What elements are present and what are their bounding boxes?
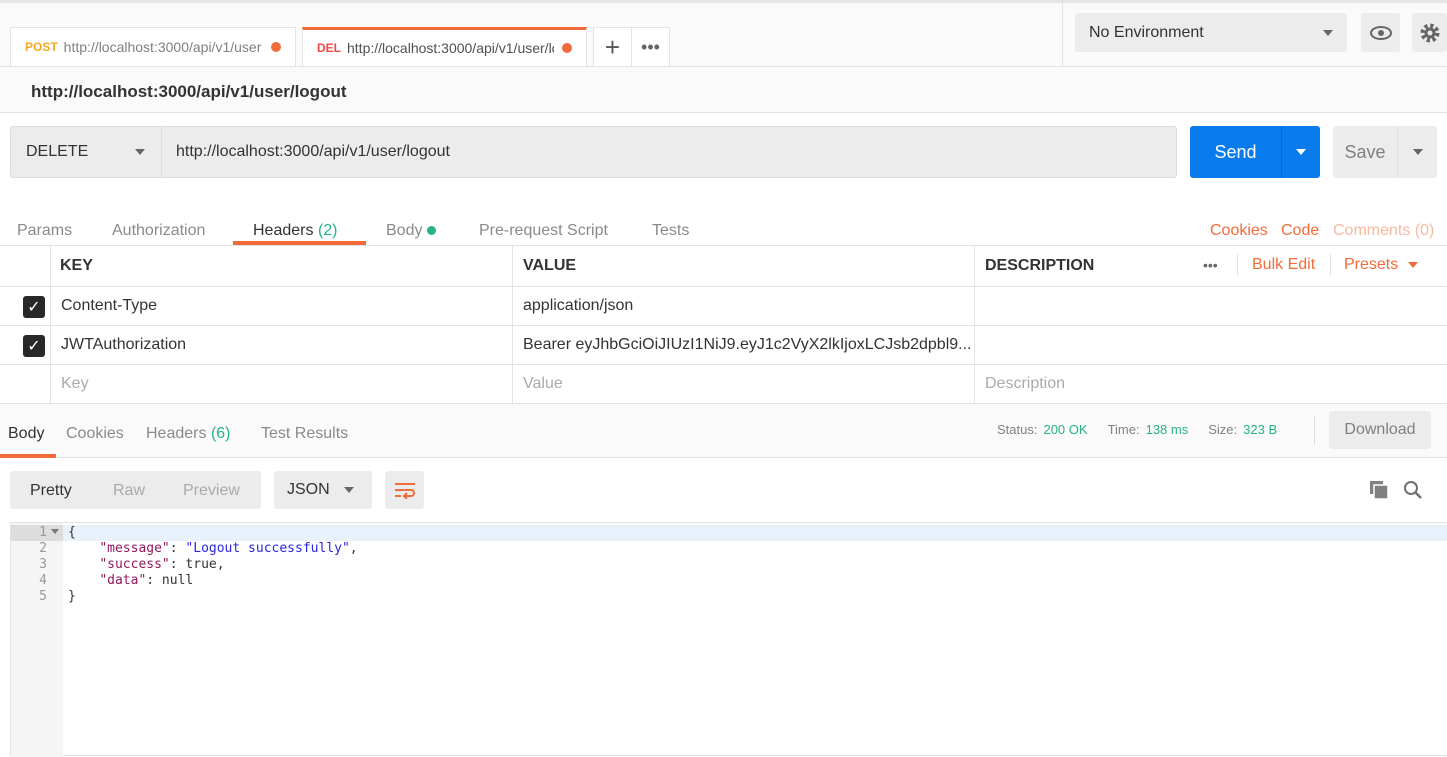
- new-tab-plus-icon[interactable]: +: [593, 27, 632, 66]
- headers-count: (2): [317, 222, 338, 239]
- line-number: 1: [39, 525, 47, 540]
- environment-select[interactable]: No Environment: [1075, 13, 1347, 52]
- header-value-cell[interactable]: application/json: [513, 287, 975, 325]
- row-enabled-checkbox[interactable]: ✓: [23, 335, 45, 357]
- headers-count: (6): [210, 425, 231, 442]
- header-key-cell[interactable]: Content-Type: [51, 287, 513, 325]
- response-body-editor[interactable]: 12345 { "message": "Logout successfully"…: [10, 522, 1447, 757]
- chevron-down-icon: [1408, 262, 1419, 268]
- line-numbers: 12345: [11, 525, 47, 605]
- header-key-cell[interactable]: JWTAuthorization: [51, 326, 513, 364]
- new-key-input[interactable]: Key: [51, 365, 513, 403]
- eye-icon: [1369, 25, 1392, 40]
- unsaved-dot-icon: [271, 42, 281, 52]
- gear-icon: [1420, 23, 1439, 42]
- more-options-icon[interactable]: •••: [1203, 257, 1218, 273]
- search-icon[interactable]: [1403, 480, 1423, 505]
- download-button[interactable]: Download: [1329, 411, 1431, 449]
- wrap-lines-button[interactable]: [385, 471, 424, 509]
- view-preview[interactable]: Preview: [183, 482, 240, 500]
- settings-button[interactable]: [1412, 13, 1447, 52]
- new-value-input[interactable]: Value: [513, 365, 975, 403]
- cookies-link[interactable]: Cookies: [1210, 222, 1268, 240]
- size-value[interactable]: 323 B: [1243, 422, 1277, 437]
- status-value[interactable]: 200 OK: [1043, 422, 1087, 437]
- column-header-value: VALUE: [513, 246, 975, 286]
- line-number: 2: [39, 541, 47, 556]
- json-body: { "message": "Logout successfully", "suc…: [68, 525, 358, 604]
- active-tab-indicator: [0, 454, 56, 458]
- response-tab-body[interactable]: Body: [8, 425, 44, 443]
- request-tab-delete[interactable]: DEL http://localhost:3000/api/v1/user/lo…: [302, 27, 587, 66]
- time-value[interactable]: 138 ms: [1146, 422, 1189, 437]
- fold-arrow-icon[interactable]: [51, 529, 59, 534]
- tab-prerequest-script[interactable]: Pre-request Script: [479, 222, 608, 240]
- response-meta: Status: 200 OK Time: 138 ms Size: 323 B: [997, 422, 1277, 437]
- response-tab-test-results[interactable]: Test Results: [261, 425, 348, 443]
- save-options-button[interactable]: [1397, 126, 1437, 178]
- unsaved-dot-icon: [562, 43, 572, 53]
- view-pretty[interactable]: Pretty: [30, 482, 72, 500]
- format-value: JSON: [287, 481, 330, 498]
- new-description-input[interactable]: Description: [975, 365, 1447, 403]
- request-title: http://localhost:3000/api/v1/user/logout: [31, 82, 347, 101]
- chevron-down-icon: [344, 487, 354, 493]
- code-link[interactable]: Code: [1281, 222, 1319, 240]
- header-description-cell[interactable]: [975, 287, 1447, 325]
- chevron-down-icon: [1412, 149, 1423, 155]
- copy-icon[interactable]: [1369, 480, 1389, 505]
- url-input[interactable]: http://localhost:3000/api/v1/user/logout: [176, 143, 450, 161]
- method-label: POST: [25, 40, 58, 54]
- presets-label: Presets: [1344, 256, 1399, 273]
- line-number: 3: [39, 557, 47, 572]
- environment-quick-look-button[interactable]: [1361, 13, 1400, 52]
- status-label: Status:: [997, 422, 1038, 437]
- header-value-cell[interactable]: Bearer eyJhbGciOiJIUzI1NiJ9.eyJ1c2VyX2lk…: [513, 326, 975, 364]
- more-tabs-icon[interactable]: •••: [631, 27, 670, 66]
- view-raw[interactable]: Raw: [113, 482, 145, 500]
- format-select[interactable]: JSON: [274, 471, 372, 509]
- body-indicator-dot-icon: [426, 226, 436, 235]
- line-number: 5: [39, 589, 47, 604]
- column-header-key: KEY: [50, 246, 513, 286]
- tab-label: Body: [386, 222, 423, 239]
- line-number: 4: [39, 573, 47, 588]
- header-description-cell[interactable]: [975, 326, 1447, 364]
- response-tab-cookies[interactable]: Cookies: [66, 425, 124, 443]
- time-label: Time:: [1107, 422, 1140, 437]
- method-select[interactable]: DELETE: [10, 126, 162, 178]
- tab-headers[interactable]: Headers (2): [253, 222, 338, 240]
- tab-url: http://localhost:3000/api/v1/user/logout: [347, 40, 554, 56]
- row-enabled-checkbox[interactable]: ✓: [23, 296, 45, 318]
- request-tab-post[interactable]: POST http://localhost:3000/api/v1/user: [10, 27, 296, 66]
- wrap-icon: [394, 483, 415, 499]
- size-label: Size:: [1208, 422, 1238, 437]
- chevron-down-icon: [1296, 149, 1306, 155]
- tab-authorization[interactable]: Authorization: [112, 222, 205, 240]
- environment-value: No Environment: [1089, 23, 1204, 41]
- method-label: DEL: [317, 41, 341, 55]
- comments-link[interactable]: Comments (0): [1333, 222, 1434, 240]
- method-value: DELETE: [26, 143, 89, 160]
- response-tab-headers[interactable]: Headers (6): [146, 425, 231, 443]
- tab-label: Headers: [253, 222, 314, 239]
- presets-dropdown[interactable]: Presets: [1344, 256, 1419, 274]
- send-options-button[interactable]: [1281, 126, 1320, 178]
- save-button[interactable]: Save: [1333, 126, 1397, 178]
- chevron-down-icon: [135, 149, 145, 155]
- tab-tests[interactable]: Tests: [652, 222, 689, 240]
- bulk-edit-link[interactable]: Bulk Edit: [1252, 256, 1315, 274]
- tab-url: http://localhost:3000/api/v1/user: [63, 39, 262, 55]
- tab-body[interactable]: Body: [386, 222, 436, 240]
- tab-label: Headers: [146, 425, 207, 442]
- tab-params[interactable]: Params: [17, 222, 72, 240]
- chevron-down-icon: [1323, 29, 1333, 36]
- send-button[interactable]: Send: [1190, 126, 1281, 178]
